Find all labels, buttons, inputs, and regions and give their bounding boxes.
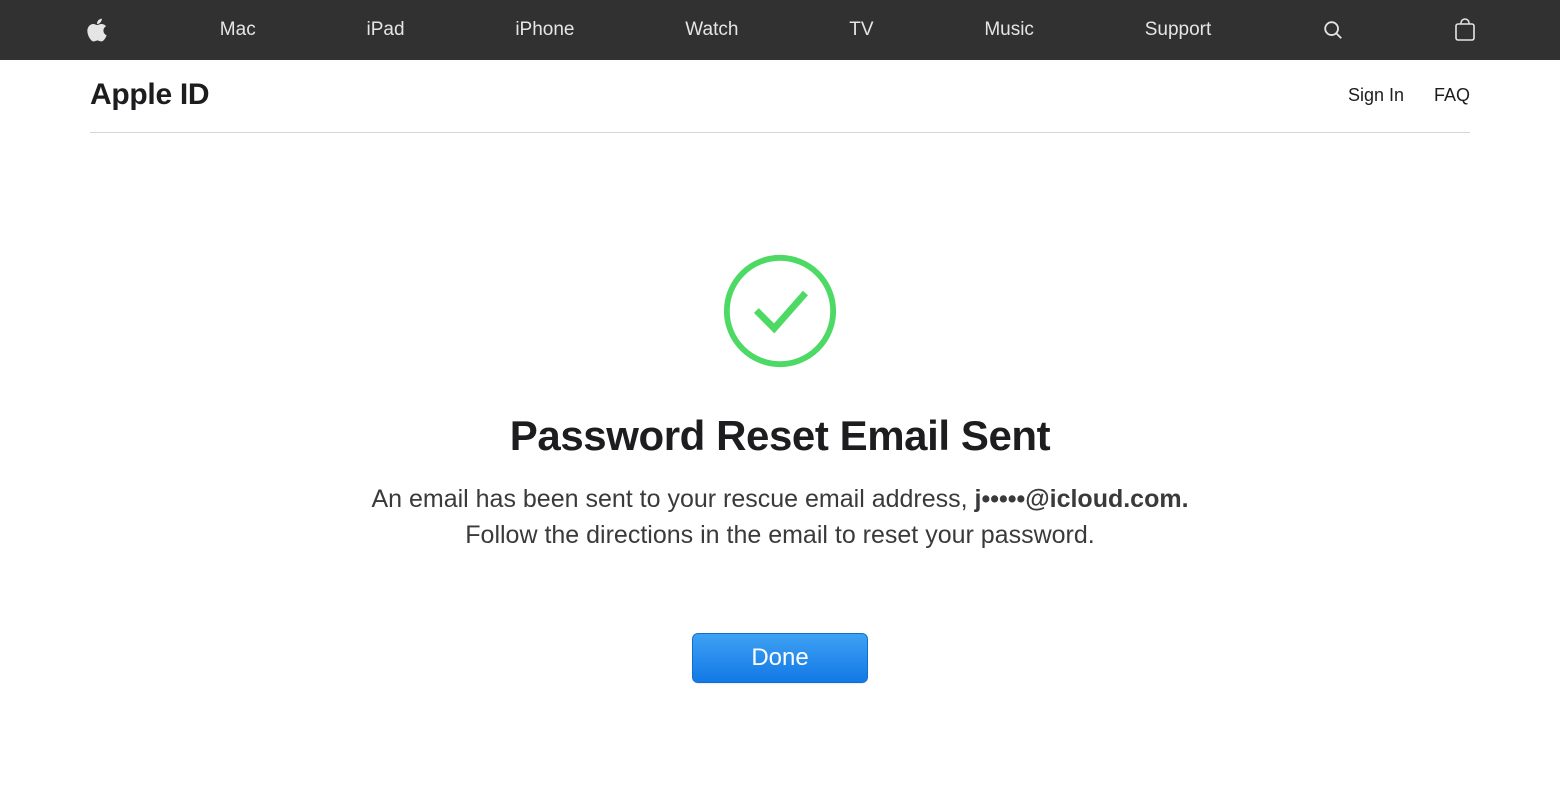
nav-support[interactable]: Support (1145, 0, 1212, 60)
apple-logo-icon (85, 16, 109, 44)
local-nav-links: Sign In FAQ (1348, 85, 1470, 106)
nav-bag-link[interactable] (1455, 0, 1475, 60)
nav-ipad[interactable]: iPad (367, 0, 405, 60)
nav-iphone[interactable]: iPhone (515, 0, 574, 60)
search-icon (1322, 19, 1344, 41)
body-copy: An email has been sent to your rescue em… (340, 482, 1220, 553)
headline: Password Reset Email Sent (510, 412, 1050, 460)
nav-mac[interactable]: Mac (220, 0, 256, 60)
global-nav: Mac iPad iPhone Watch TV Music Support (0, 0, 1560, 60)
sign-in-link[interactable]: Sign In (1348, 85, 1404, 106)
done-button[interactable]: Done (692, 633, 867, 683)
nav-watch[interactable]: Watch (685, 0, 738, 60)
apple-logo-link[interactable] (85, 0, 109, 60)
main-content: Password Reset Email Sent An email has b… (0, 133, 1560, 683)
body-suffix: Follow the directions in the email to re… (465, 521, 1094, 549)
success-check-icon (722, 253, 838, 374)
page-title: Apple ID (90, 78, 209, 112)
local-nav: Apple ID Sign In FAQ (90, 60, 1470, 133)
nav-search-link[interactable] (1322, 0, 1344, 60)
nav-music[interactable]: Music (984, 0, 1034, 60)
faq-link[interactable]: FAQ (1434, 85, 1470, 106)
masked-email: j•••••@icloud.com. (975, 485, 1189, 513)
nav-tv[interactable]: TV (849, 0, 873, 60)
shopping-bag-icon (1455, 18, 1475, 42)
body-prefix: An email has been sent to your rescue em… (371, 485, 974, 513)
